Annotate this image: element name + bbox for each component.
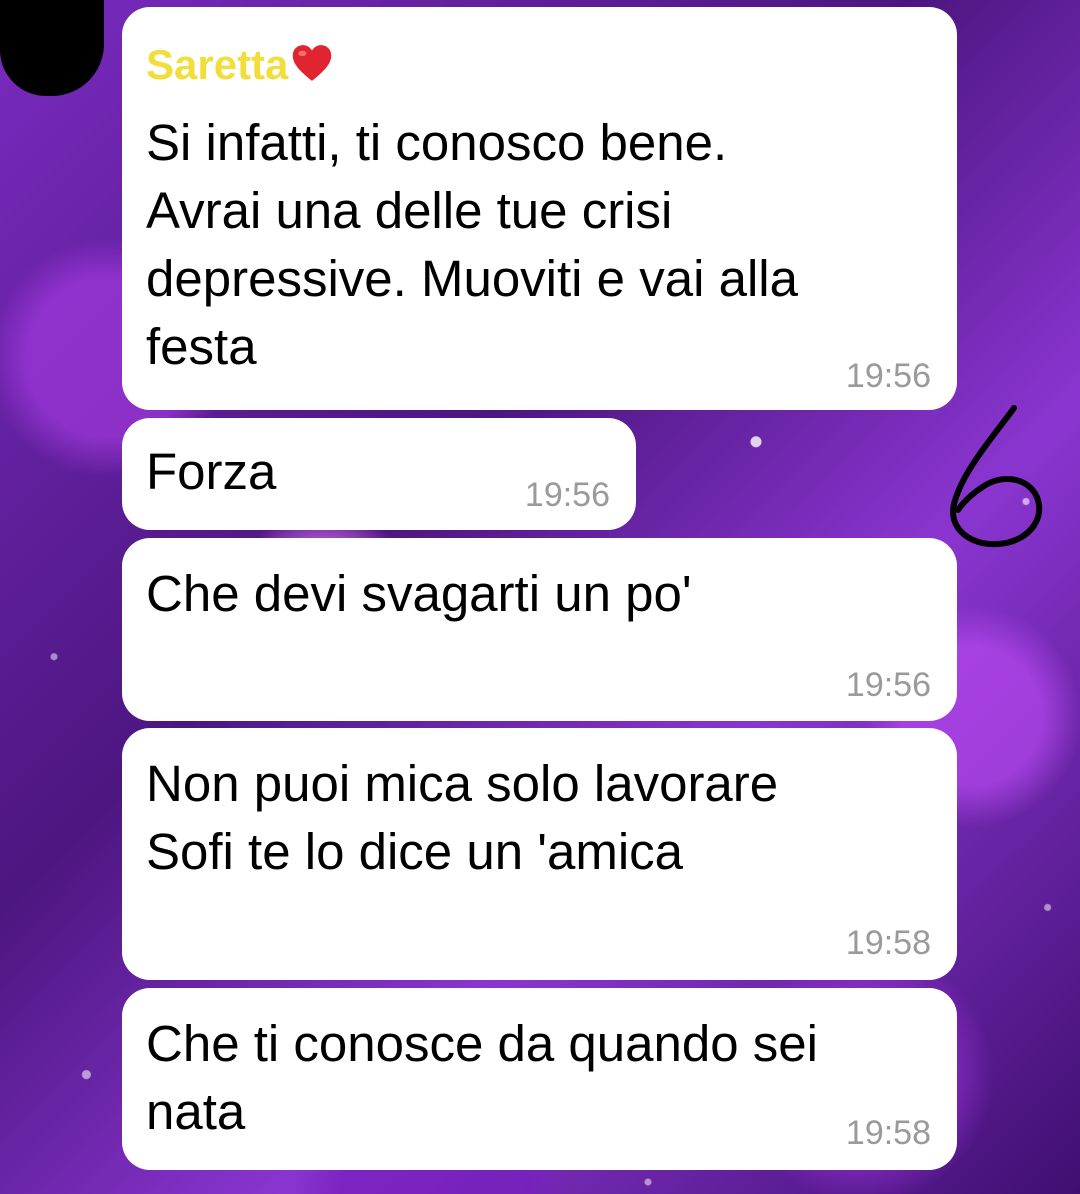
message-bubble[interactable]: Che ti conosce da quando sei nata 19:58 — [122, 988, 957, 1170]
message-bubble[interactable]: Forza 19:56 — [122, 418, 636, 530]
message-time: 19:58 — [845, 924, 931, 962]
message-line: nata — [146, 1083, 246, 1140]
sender-name[interactable]: Saretta — [146, 41, 334, 86]
handwritten-six-annotation — [950, 405, 1043, 548]
message-time: 19:58 — [845, 1114, 931, 1152]
message-line: Che devi svagarti un po' — [146, 565, 692, 622]
message-line: festa — [146, 318, 257, 375]
message-line: Avrai una delle tue crisi — [146, 182, 673, 239]
message-line: Forza — [146, 443, 277, 500]
sender-name-label: Saretta — [146, 41, 289, 88]
message-bubble[interactable]: Non puoi mica solo lavorare Sofi te lo d… — [122, 728, 957, 980]
message-line: depressive. Muoviti e vai alla — [146, 250, 798, 307]
message-bubble[interactable]: Saretta Si infatti, ti conosco bene. Avr… — [122, 7, 957, 410]
message-time: 19:56 — [524, 476, 610, 514]
message-bubble[interactable]: Che devi svagarti un po' 19:56 — [122, 538, 957, 721]
sender-avatar[interactable] — [0, 0, 104, 96]
message-line: Che ti conosce da quando sei — [146, 1015, 818, 1072]
message-time: 19:56 — [845, 357, 931, 395]
message-line: Si infatti, ti conosco bene. — [146, 114, 728, 171]
message-time: 19:56 — [845, 666, 931, 704]
message-line: Sofi te lo dice un 'amica — [146, 823, 684, 880]
message-line: Non puoi mica solo lavorare — [146, 755, 779, 812]
heart-icon — [293, 45, 332, 81]
